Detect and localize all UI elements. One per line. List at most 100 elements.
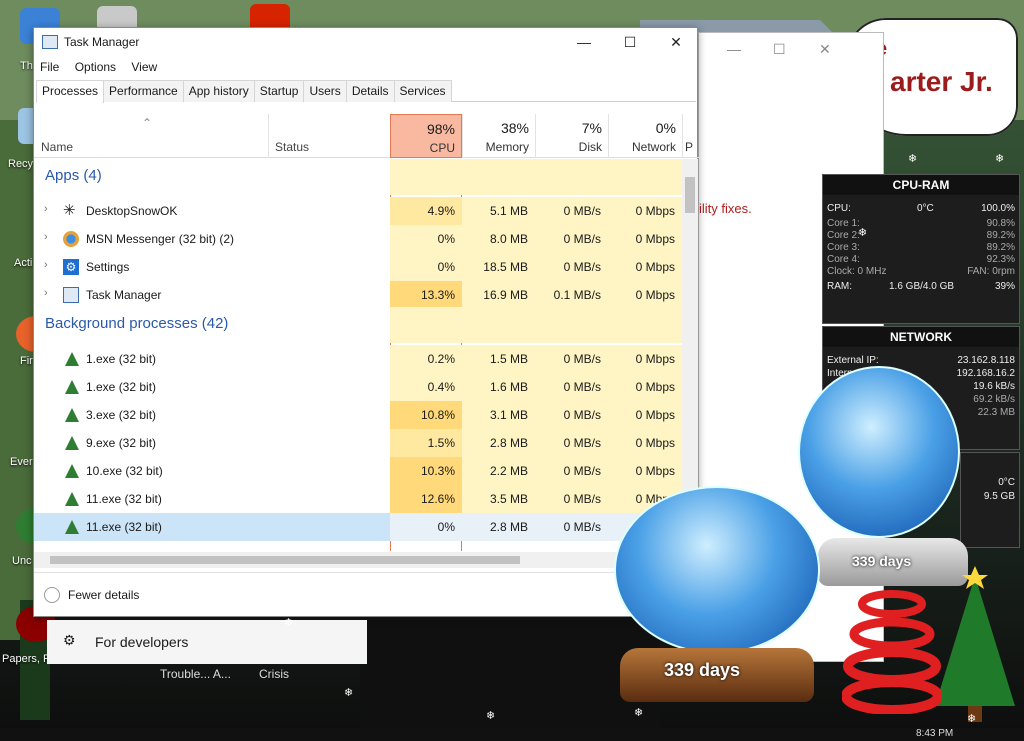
chevron-right-icon[interactable]: › xyxy=(44,203,48,215)
horizontal-scroll-thumb[interactable] xyxy=(50,556,520,564)
menu-view[interactable]: View xyxy=(125,58,163,76)
close-button[interactable]: ✕ xyxy=(653,28,699,56)
minimize-icon[interactable]: — xyxy=(727,41,741,57)
core-label: Core 2: xyxy=(827,230,860,241)
chevron-right-icon[interactable]: › xyxy=(44,259,48,271)
cell-network: 0 Mbps xyxy=(635,464,675,478)
desktop-icon-label: Fir xyxy=(20,355,33,367)
vertical-scroll-thumb[interactable] xyxy=(685,177,695,213)
table-row[interactable]: 3.exe (32 bit) 10.8% 3.1 MB 0 MB/s 0 Mbps xyxy=(34,401,682,429)
background-section-header[interactable]: Background processes (42) xyxy=(45,315,228,332)
table-row[interactable]: › ⚙ Settings 0% 18.5 MB 0 MB/s 0 Mbps xyxy=(34,253,682,281)
core-label: Core 1: xyxy=(827,218,860,229)
cell-network: 0 Mbps xyxy=(635,232,675,246)
apps-section-header[interactable]: Apps (4) xyxy=(45,167,102,184)
cell-cpu: 12.6% xyxy=(420,492,455,506)
tree-process-icon xyxy=(65,436,79,450)
drive-size: 9.5 GB xyxy=(983,491,1015,502)
internal-ip-value: 192.168.16.2 xyxy=(956,368,1015,379)
cell-memory: 16.9 MB xyxy=(483,288,528,302)
snow-globe-center xyxy=(614,486,820,654)
speed-value: 19.6 kB/s xyxy=(973,381,1015,392)
column-memory[interactable]: 38% Memory xyxy=(462,114,535,158)
process-list: Apps (4) › ✳ DesktopSnowOK 4.9% 5.1 MB 0 MB/s 0… xyxy=(34,159,682,551)
ram-row: RAM: 1.6 GB/4.0 GB 39% xyxy=(827,281,1015,293)
process-name: 9.exe (32 bit) xyxy=(86,436,157,450)
core-label: Core 3: xyxy=(827,242,860,253)
minimize-button[interactable]: — xyxy=(561,28,607,56)
desktop-icon-label: Unc xyxy=(12,555,32,567)
desktop-icon-label: Papers, P xyxy=(2,653,51,665)
cell-disk: 0 MB/s xyxy=(563,492,601,506)
fewer-details-link[interactable]: Fewer details xyxy=(68,588,139,602)
cell-network: 0 Mbps xyxy=(635,260,675,274)
maximize-button[interactable]: ☐ xyxy=(607,28,653,56)
menu-file[interactable]: File xyxy=(34,58,65,76)
cell-memory: 1.6 MB xyxy=(489,380,528,394)
developer-bar[interactable]: ⚙ For developers xyxy=(47,620,367,664)
drive-temp-row: 0°C xyxy=(965,477,1015,489)
table-row[interactable]: › MSN Messenger (32 bit) (2) 0% 8.0 MB 0 MB/… xyxy=(34,225,682,253)
menu-options[interactable]: Options xyxy=(69,58,122,76)
maximize-icon[interactable]: ☐ xyxy=(773,41,786,58)
clock-text: Clock: 0 MHz xyxy=(827,266,887,277)
column-disk[interactable]: 7% Disk xyxy=(535,114,608,158)
table-row[interactable]: 9.exe (32 bit) 1.5% 2.8 MB 0 MB/s 0 Mbps xyxy=(34,429,682,457)
table-row[interactable]: › ✳ DesktopSnowOK 4.9% 5.1 MB 0 MB/s 0 Mbps xyxy=(34,197,682,225)
column-cpu[interactable]: 98% CPU xyxy=(390,114,462,158)
column-status[interactable]: Status xyxy=(275,140,309,154)
title-bar[interactable]: Task Manager — ☐ ✕ xyxy=(34,28,697,56)
table-row[interactable]: 11.exe (32 bit)0%2.8 MB0 MB/s0 Mbps xyxy=(34,513,682,541)
column-power[interactable]: P xyxy=(682,114,699,158)
cell-cpu: 10.3% xyxy=(420,464,455,478)
cell-memory: 8.0 MB xyxy=(489,232,528,246)
tab-processes[interactable]: Processes xyxy=(36,80,105,103)
tab-details[interactable]: Details xyxy=(345,80,395,102)
cell-network: 0 Mbps xyxy=(635,204,675,218)
taskbar-clock[interactable]: 8:43 PM xyxy=(916,728,953,739)
cell-cpu: 4.9% xyxy=(427,204,455,218)
process-name: 3.exe (32 bit) xyxy=(86,408,157,422)
table-row[interactable]: 10.exe (32 bit) 10.3% 2.2 MB 0 MB/s 0 Mbps xyxy=(34,457,682,485)
table-row[interactable]: 1.exe (32 bit) 0.2% 1.5 MB 0 MB/s 0 Mbps xyxy=(34,345,682,373)
tab-app-history[interactable]: App history xyxy=(182,80,255,102)
tab-performance[interactable]: Performance xyxy=(103,80,184,102)
section-cell-bg xyxy=(535,307,608,343)
external-ip-row: External IP: 23.162.8.118 xyxy=(827,355,1015,367)
column-network[interactable]: 0% Network xyxy=(608,114,682,158)
tree-process-icon xyxy=(65,408,79,422)
menu-bar: File Options View xyxy=(34,58,697,78)
tab-startup[interactable]: Startup xyxy=(253,80,305,102)
christmas-tree-icon xyxy=(935,566,1015,722)
cpu-row: CPU: 0°C 100.0% xyxy=(827,203,1015,215)
table-row[interactable]: › Task Manager 13.3% 16.9 MB 0.1 MB/s 0 Mbps xyxy=(34,281,682,309)
cell-network: 0 Mbps xyxy=(635,408,675,422)
memory-label: Memory xyxy=(485,140,529,154)
snowflake-icon: ❄ xyxy=(344,687,354,699)
section-cell-bg xyxy=(608,307,682,343)
column-name[interactable]: Name xyxy=(41,140,73,154)
cell-network: 0 Mbps xyxy=(635,380,675,394)
tab-services[interactable]: Services xyxy=(393,80,452,102)
desktop-icon-label: Ever xyxy=(10,456,33,468)
table-row[interactable]: 1.exe (32 bit) 0.4% 1.6 MB 0 MB/s 0 Mbps xyxy=(34,373,682,401)
tab-users[interactable]: Users xyxy=(303,80,347,102)
drive-temp: 0°C xyxy=(998,477,1015,488)
window-title: Task Manager xyxy=(64,35,140,49)
disk-label: Disk xyxy=(578,140,602,154)
horizontal-scrollbar[interactable] xyxy=(34,552,682,568)
network-label: Network xyxy=(631,140,676,154)
close-icon[interactable]: ✕ xyxy=(819,41,831,58)
chevron-up-icon[interactable] xyxy=(44,587,60,603)
cell-disk: 0 MB/s xyxy=(563,380,601,394)
task-manager-icon xyxy=(63,287,79,303)
taskbar-item[interactable]: Trouble... A... xyxy=(160,667,231,681)
taskbar-item[interactable]: Crisis xyxy=(259,667,289,681)
tab-bar: Processes Performance App history Startu… xyxy=(36,80,696,103)
network-title: NETWORK xyxy=(823,327,1019,347)
chevron-right-icon[interactable]: › xyxy=(44,287,48,299)
table-row[interactable]: 11.exe (32 bit) 12.6% 3.5 MB 0 MB/s 0 Mbps xyxy=(34,485,682,513)
section-cell-bg xyxy=(390,159,462,195)
chevron-right-icon[interactable]: › xyxy=(44,231,48,243)
drive-widget: 0°C 9.5 GB xyxy=(960,452,1020,548)
